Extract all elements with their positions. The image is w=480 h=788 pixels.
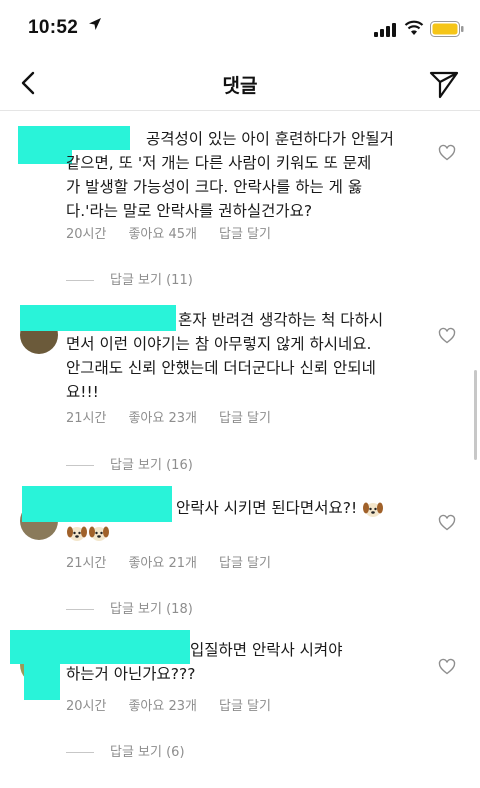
location-arrow-icon xyxy=(89,18,101,30)
view-replies-label: 답글 보기 (6) xyxy=(110,745,185,760)
page-title: 댓글 xyxy=(222,75,258,97)
view-replies-button[interactable]: 답글 보기 (11) xyxy=(66,269,193,288)
comment-time: 21시간 xyxy=(66,411,107,426)
view-replies-label: 답글 보기 (11) xyxy=(110,273,193,288)
signal-icon xyxy=(374,23,396,37)
reply-button[interactable]: 답글 달기 xyxy=(219,556,271,571)
comment-text-line: 다.'라는 말로 안락사를 권하실건가요? xyxy=(66,202,313,220)
like-count-button[interactable]: 좋아요 45개 xyxy=(128,227,197,242)
comment-text-line: 하는거 아닌가요??? xyxy=(66,665,196,683)
comment-meta: 20시간 좋아요 45개 답글 달기 xyxy=(66,223,293,242)
reply-button[interactable]: 답글 달기 xyxy=(219,699,271,714)
redacted-username xyxy=(20,305,176,331)
redacted-username xyxy=(18,126,130,150)
view-replies-button[interactable]: 답글 보기 (6) xyxy=(66,741,185,760)
comment-time: 20시간 xyxy=(66,699,107,714)
redacted-username xyxy=(10,630,190,664)
like-heart-icon[interactable] xyxy=(438,144,456,162)
comment-item: 혼자 반려견 생각하는 척 다하시 면서 이런 이야기는 참 아무렇지 않게 하… xyxy=(0,290,480,478)
comment-text-line: 안락사 시키면 된다면서요?! xyxy=(176,496,384,520)
replies-divider xyxy=(66,752,94,753)
view-replies-label: 답글 보기 (16) xyxy=(110,458,193,473)
view-replies-label: 답글 보기 (18) xyxy=(110,602,193,617)
reply-button[interactable]: 답글 달기 xyxy=(219,411,271,426)
comment-text-line: 안그래도 신뢰 안했는데 더더군다나 신뢰 안되네 xyxy=(66,359,376,377)
comment-time: 21시간 xyxy=(66,556,107,571)
status-bar: 10:52 xyxy=(0,0,480,58)
comment-emoji-line xyxy=(66,520,110,544)
battery-icon xyxy=(430,21,464,37)
replies-divider xyxy=(66,465,94,466)
like-count-button[interactable]: 좋아요 23개 xyxy=(128,411,197,426)
comments-header: 댓글 xyxy=(0,58,480,111)
comment-text-line: 요!!! xyxy=(66,383,99,401)
like-heart-icon[interactable] xyxy=(438,327,456,345)
comment-text-line: 공격성이 있는 아이 훈련하다가 안될거 xyxy=(146,130,394,148)
comment-text-line: 같으면, 또 '저 개는 다른 사람이 키워도 또 문제 xyxy=(66,154,372,172)
like-count-button[interactable]: 좋아요 21개 xyxy=(128,556,197,571)
comment-text-line: 면서 이런 이야기는 참 아무렇지 않게 하시네요. xyxy=(66,335,372,353)
comment-time: 20시간 xyxy=(66,227,107,242)
like-count-button[interactable]: 좋아요 23개 xyxy=(128,699,197,714)
redacted-username xyxy=(22,486,172,522)
view-replies-button[interactable]: 답글 보기 (16) xyxy=(66,454,193,473)
redacted-block xyxy=(24,664,60,700)
replies-divider xyxy=(66,280,94,281)
comment-text-line: 혼자 반려견 생각하는 척 다하시 xyxy=(178,311,384,329)
dog-face-emoji-icon xyxy=(363,502,384,517)
wifi-icon xyxy=(404,20,424,35)
reply-button[interactable]: 답글 달기 xyxy=(219,227,271,242)
comment-meta: 21시간 좋아요 23개 답글 달기 xyxy=(66,407,293,426)
replies-divider xyxy=(66,609,94,610)
comment-meta: 20시간 좋아요 23개 답글 달기 xyxy=(66,695,293,714)
dog-face-emoji-icon xyxy=(89,526,109,541)
like-heart-icon[interactable] xyxy=(438,514,456,532)
status-time: 10:52 xyxy=(28,17,79,38)
comment-text-line: 입질하면 안락사 시켜야 xyxy=(190,641,343,659)
view-replies-button[interactable]: 답글 보기 (18) xyxy=(66,598,193,617)
comment-item: 입질하면 안락사 시켜야 하는거 아닌가요??? 20시간 좋아요 23개 답글 달… xyxy=(0,618,480,788)
comment-text: 안락사 시키면 된다면서요?! xyxy=(176,499,358,517)
comment-meta: 21시간 좋아요 21개 답글 달기 xyxy=(66,552,293,571)
send-paper-plane-icon[interactable] xyxy=(428,68,460,100)
redacted-block xyxy=(18,150,72,164)
comment-item: 공격성이 있는 아이 훈련하다가 안될거 같으면, 또 '저 개는 다른 사람이… xyxy=(0,110,480,290)
like-heart-icon[interactable] xyxy=(438,658,456,676)
scrollbar[interactable] xyxy=(474,370,477,460)
comment-item: 안락사 시키면 된다면서요?! 21시간 좋아요 21개 답글 달기 답글 보기… xyxy=(0,478,480,618)
dog-face-emoji-icon xyxy=(67,526,87,541)
comment-text-line: 가 발생할 가능성이 크다. 안락사를 하는 게 옳 xyxy=(66,178,363,196)
